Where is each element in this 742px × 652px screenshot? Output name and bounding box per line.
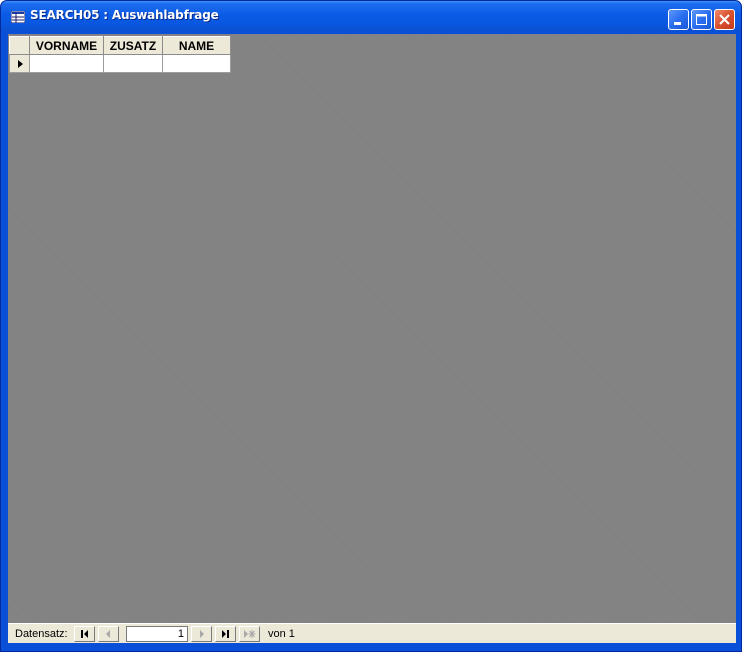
column-header-name[interactable]: NAME: [162, 36, 231, 55]
row-selector-arrow-icon: [17, 59, 23, 68]
window-title: SEARCH05 : Auswahlabfrage: [30, 8, 219, 22]
previous-record-button[interactable]: [98, 626, 119, 642]
record-label: Datensatz:: [15, 628, 68, 640]
cell-zusatz[interactable]: [103, 54, 163, 73]
previous-record-icon: [106, 630, 110, 638]
current-record-field[interactable]: 1: [126, 626, 188, 642]
record-navigation-bar: Datensatz: 1 von 1: [8, 623, 736, 643]
row-selector[interactable]: [9, 54, 30, 73]
maximize-icon: [696, 14, 707, 25]
query-icon: [11, 11, 25, 23]
new-record-button[interactable]: [239, 626, 260, 642]
minimize-icon: [674, 22, 681, 25]
close-icon: [719, 14, 730, 25]
select-all-cell[interactable]: [9, 36, 30, 55]
record-total: von 1: [268, 628, 295, 640]
first-record-button[interactable]: [74, 626, 95, 642]
cell-name[interactable]: [162, 54, 231, 73]
last-record-button[interactable]: [215, 626, 236, 642]
close-button[interactable]: [714, 9, 735, 30]
column-header-zusatz[interactable]: ZUSATZ: [103, 36, 163, 55]
next-record-button[interactable]: [191, 626, 212, 642]
last-record-icon: [222, 630, 229, 638]
query-window: SEARCH05 : Auswahlabfrage VORNAME ZUSATZ…: [0, 0, 742, 652]
maximize-button[interactable]: [691, 9, 712, 30]
datasheet-grid: VORNAME ZUSATZ NAME: [9, 36, 231, 73]
first-record-icon: [81, 630, 88, 638]
minimize-button[interactable]: [668, 9, 689, 30]
header-row: VORNAME ZUSATZ NAME: [9, 36, 231, 55]
title-bar[interactable]: SEARCH05 : Auswahlabfrage: [1, 1, 741, 31]
datasheet-area: VORNAME ZUSATZ NAME: [8, 34, 736, 643]
new-record-icon: [244, 630, 256, 638]
column-header-vorname[interactable]: VORNAME: [29, 36, 104, 55]
cell-vorname[interactable]: [29, 54, 104, 73]
table-row: [9, 54, 231, 73]
next-record-icon: [200, 630, 204, 638]
